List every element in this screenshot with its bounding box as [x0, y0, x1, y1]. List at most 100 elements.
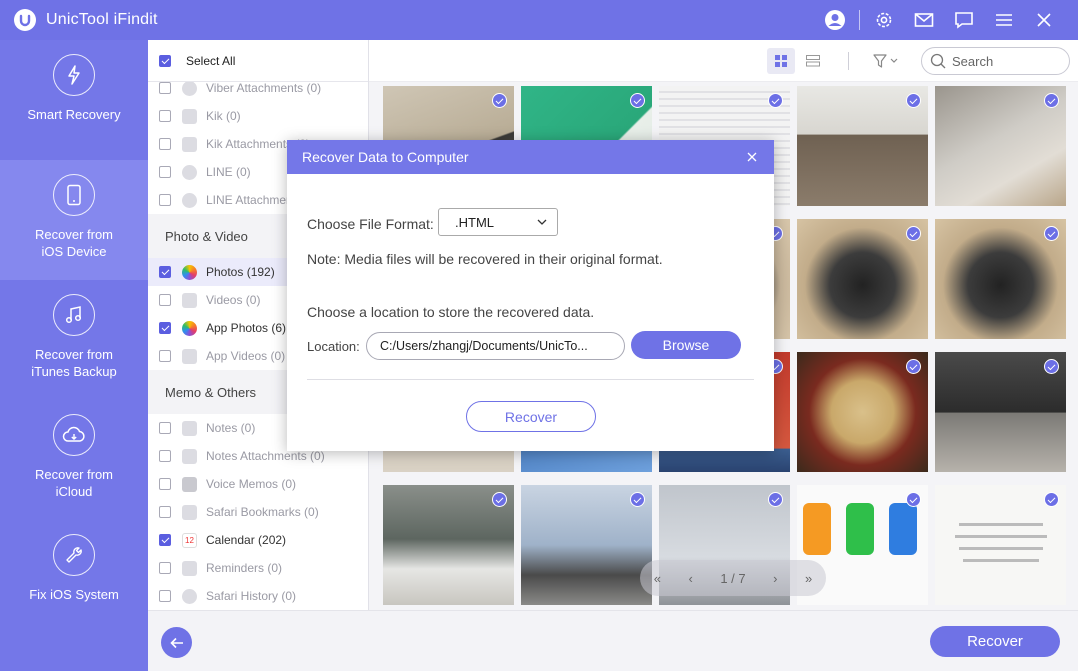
category-label: Notes (0): [206, 421, 256, 435]
selected-check-icon[interactable]: [1044, 93, 1059, 108]
handwriting-line: [959, 523, 1043, 526]
selected-check-icon[interactable]: [492, 492, 507, 507]
category-label: Videos (0): [206, 293, 261, 307]
category-row[interactable]: Safari Bookmarks (0): [148, 498, 368, 526]
notes-icon: [182, 420, 197, 436]
safari-bookmarks-icon: [182, 504, 197, 520]
category-label: Viber Attachments (0): [206, 81, 322, 95]
search-input[interactable]: [952, 53, 1052, 69]
selected-check-icon[interactable]: [768, 93, 783, 108]
selected-check-icon[interactable]: [906, 359, 921, 374]
selected-check-icon[interactable]: [1044, 226, 1059, 241]
selected-check-icon[interactable]: [906, 93, 921, 108]
recover-button[interactable]: Recover: [930, 626, 1060, 657]
kik-attachments-icon: [182, 136, 197, 152]
close-icon[interactable]: [1024, 0, 1064, 40]
select-all-row[interactable]: Select All: [148, 40, 368, 82]
select-all-checkbox[interactable]: [159, 54, 171, 67]
handwriting-line: [963, 559, 1039, 562]
location-prompt: Choose a location to store the recovered…: [307, 304, 595, 320]
photo-thumbnail[interactable]: [935, 86, 1066, 206]
file-format-select[interactable]: .HTML: [438, 208, 558, 236]
selected-check-icon[interactable]: [768, 492, 783, 507]
category-checkbox[interactable]: [159, 450, 171, 462]
category-checkbox[interactable]: [159, 194, 171, 206]
category-checkbox[interactable]: [159, 294, 171, 306]
category-row[interactable]: 12 Calendar (202): [148, 526, 368, 554]
category-checkbox[interactable]: [159, 350, 171, 362]
page-indicator: 1 / 7: [720, 570, 746, 586]
category-checkbox[interactable]: [159, 322, 171, 334]
selected-check-icon[interactable]: [630, 492, 645, 507]
photo-thumbnail[interactable]: [797, 86, 928, 206]
category-checkbox[interactable]: [159, 82, 171, 94]
list-view-button[interactable]: [799, 48, 827, 74]
photo-thumbnail[interactable]: [797, 219, 928, 339]
bottom-bar: Recover: [148, 610, 1078, 671]
handwriting-line: [955, 535, 1047, 538]
line-attachments-icon: [182, 192, 197, 208]
category-checkbox[interactable]: [159, 266, 171, 278]
category-checkbox[interactable]: [159, 422, 171, 434]
nav-recover-ios-device[interactable]: Recover from iOS Device: [0, 160, 148, 280]
photo-thumbnail[interactable]: [797, 352, 928, 472]
location-field[interactable]: [366, 332, 625, 360]
back-button[interactable]: [161, 627, 192, 658]
nav-fix-ios-system[interactable]: Fix iOS System: [0, 520, 148, 640]
selected-check-icon[interactable]: [906, 492, 921, 507]
feedback-icon[interactable]: [944, 0, 984, 40]
selected-check-icon[interactable]: [1044, 492, 1059, 507]
photo-thumbnail[interactable]: [935, 352, 1066, 472]
dialog-recover-button[interactable]: Recover: [466, 401, 596, 432]
category-row[interactable]: Safari History (0): [148, 582, 368, 610]
category-row[interactable]: Voice Memos (0): [148, 470, 368, 498]
phone-icon: [53, 174, 95, 216]
lightning-icon: [53, 54, 95, 96]
category-checkbox[interactable]: [159, 506, 171, 518]
menu-icon[interactable]: [984, 0, 1024, 40]
nav-recover-icloud[interactable]: Recover from iCloud: [0, 400, 148, 520]
photo-thumbnail[interactable]: [935, 219, 1066, 339]
first-page-icon[interactable]: «: [654, 571, 661, 586]
category-checkbox[interactable]: [159, 590, 171, 602]
category-checkbox[interactable]: [159, 562, 171, 574]
selected-check-icon[interactable]: [630, 93, 645, 108]
last-page-icon[interactable]: »: [805, 571, 812, 586]
dialog-close-button[interactable]: [744, 149, 760, 165]
left-navigation: Smart Recovery Recover from iOS Device R…: [0, 40, 148, 671]
nav-smart-recovery[interactable]: Smart Recovery: [0, 40, 148, 160]
user-icon[interactable]: [815, 0, 855, 40]
selected-check-icon[interactable]: [906, 226, 921, 241]
photo-thumbnail[interactable]: [383, 485, 514, 605]
search-box[interactable]: [921, 47, 1070, 75]
mail-icon[interactable]: [904, 0, 944, 40]
list-view-icon: [806, 55, 820, 67]
category-checkbox[interactable]: [159, 534, 171, 546]
photo-thumbnail[interactable]: [935, 485, 1066, 605]
selected-check-icon[interactable]: [1044, 359, 1059, 374]
nav-label: Recover from iOS Device: [34, 227, 114, 259]
category-row[interactable]: Kik (0): [148, 102, 368, 130]
selected-check-icon[interactable]: [492, 93, 507, 108]
filter-button[interactable]: [869, 50, 903, 72]
app-title: UnicTool iFindit: [46, 11, 158, 28]
category-checkbox[interactable]: [159, 138, 171, 150]
content-toolbar: [369, 40, 1078, 82]
grid-view-button[interactable]: [767, 48, 795, 74]
category-label: Notes Attachments (0): [206, 449, 325, 463]
browse-button[interactable]: Browse: [631, 331, 741, 359]
title-bar: UnicTool iFindit: [0, 0, 1078, 40]
dialog-divider: [307, 379, 754, 380]
category-label: LINE (0): [206, 165, 251, 179]
category-checkbox[interactable]: [159, 110, 171, 122]
pages-app-icon: [803, 503, 831, 555]
nav-recover-itunes-backup[interactable]: Recover from iTunes Backup: [0, 280, 148, 400]
category-checkbox[interactable]: [159, 166, 171, 178]
photo-thumbnail[interactable]: [521, 485, 652, 605]
category-checkbox[interactable]: [159, 478, 171, 490]
prev-page-icon[interactable]: ‹: [688, 571, 692, 586]
next-page-icon[interactable]: ›: [773, 571, 777, 586]
arrow-left-icon: [169, 637, 183, 648]
category-row[interactable]: Reminders (0): [148, 554, 368, 582]
gear-icon[interactable]: [864, 0, 904, 40]
